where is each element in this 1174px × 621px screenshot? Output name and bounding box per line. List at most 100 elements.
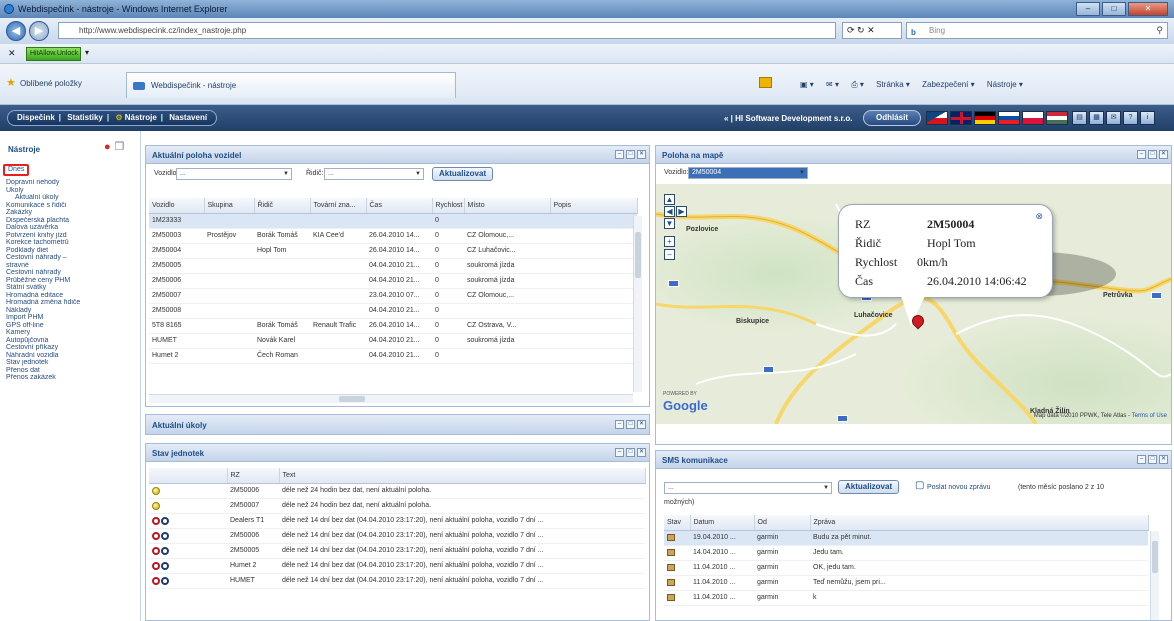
driver-filter-select[interactable]: ... [324, 168, 424, 180]
print-icon[interactable]: ⎙ ▾ [851, 80, 864, 89]
sidebar-item[interactable]: Cestovní náhrady – [6, 254, 138, 262]
panel-close-icon[interactable]: ✕ [637, 448, 646, 457]
table-row[interactable]: 11.04.2010 ... garmin OK, jedu tam. [664, 560, 1148, 576]
positions-vscroll[interactable] [633, 216, 642, 392]
table-row[interactable]: 11.04.2010 ... garmin Teď nemůžu, jsem pri… [664, 575, 1148, 591]
map-pan-down-icon[interactable]: ▼ [664, 218, 675, 229]
nav-nastaveni[interactable]: Nastavení [169, 113, 207, 122]
column-header[interactable] [149, 468, 228, 484]
toolbar-addon-button[interactable]: HitAllow.Unlock [26, 47, 81, 61]
email-icon[interactable]: ✉ [1106, 111, 1121, 125]
sidebar-item[interactable]: Aktuální úkoly [6, 194, 138, 202]
panel-close-icon[interactable]: ✕ [1159, 150, 1168, 159]
panel-maximize-icon[interactable]: □ [626, 150, 635, 159]
table-row[interactable]: 2M50006 déle než 14 dní bez dat (04.04.20… [149, 528, 645, 544]
table-row[interactable]: 2M50007 déle než 24 hodin bez dat, není a… [149, 498, 645, 514]
flag-hungarian-icon[interactable] [1046, 111, 1068, 125]
column-header[interactable]: Stav [664, 515, 691, 531]
terms-link[interactable]: Terms of Use [1132, 413, 1167, 419]
flag-polish-icon[interactable] [1022, 111, 1044, 125]
table-row[interactable]: 2M50005 04.04.2010 21... 0 soukromá jízda [149, 258, 637, 274]
table-row[interactable]: HUMET déle než 14 dní bez dat (04.04.2010… [149, 573, 645, 589]
positions-hscroll[interactable] [149, 394, 633, 403]
flag-german-icon[interactable] [974, 111, 996, 125]
table-row[interactable]: 2M50005 déle než 14 dní bez dat (04.04.20… [149, 543, 645, 559]
info-icon[interactable]: i [1140, 111, 1155, 125]
refresh-positions-button[interactable]: Aktualizovat [432, 167, 494, 181]
panel-close-icon[interactable]: ✕ [1159, 455, 1168, 464]
sidebar-item[interactable]: Podklady diet [6, 247, 138, 255]
panel-minimize-icon[interactable]: – [615, 150, 624, 159]
panel-close-icon[interactable]: ✕ [637, 420, 646, 429]
security-menu[interactable]: Zabezpečení ▾ [922, 80, 975, 89]
browser-tab[interactable]: Webdispečink - nástroje [126, 72, 456, 98]
table-row[interactable]: 2M50006 04.04.2010 21... 0 soukromá jízda [149, 273, 637, 289]
table-row[interactable]: 2M50006 déle než 24 hodin bez dat, není a… [149, 483, 645, 499]
favorites-star-icon[interactable]: ★ [6, 76, 16, 89]
close-window-button[interactable]: ✕ [1128, 2, 1168, 16]
maximize-button[interactable]: □ [1102, 2, 1126, 16]
column-header[interactable]: Zpráva [810, 515, 1149, 531]
sidebar-item[interactable]: stravné [6, 262, 138, 270]
home-icon[interactable] [759, 77, 772, 88]
panel-maximize-icon[interactable]: □ [1148, 455, 1157, 464]
table-row[interactable]: 2M50004 Hopl Tom 26.04.2010 14... 0 CZ Luhač… [149, 243, 637, 259]
column-header[interactable]: Rychlost [432, 198, 465, 214]
column-header[interactable]: Místo [464, 198, 551, 214]
sidebar-item[interactable]: Autopůjčovna [6, 337, 138, 345]
popup-close-icon[interactable]: ⊗ [1035, 211, 1043, 222]
sidebar-item[interactable]: GPS off-line [6, 322, 138, 330]
column-header[interactable]: Od [754, 515, 811, 531]
new-message-link[interactable]: Poslat novou zprávu [927, 484, 990, 491]
sidebar-item[interactable]: Komunikace s řidiči [6, 202, 138, 210]
sidebar-item[interactable]: Hromadná změna řidiče [6, 299, 138, 307]
sidebar-item[interactable]: Hromadná editace [6, 292, 138, 300]
sidebar-item[interactable]: Dispečerská plachta [6, 217, 138, 225]
map-zoom-in-icon[interactable]: + [664, 236, 675, 247]
panel-minimize-icon[interactable]: – [1137, 150, 1146, 159]
record-icon[interactable]: ● [104, 141, 111, 153]
panel-close-icon[interactable]: ✕ [637, 150, 646, 159]
table-row[interactable]: 2M50003 Prostějov Borák Tomáš KIA Cee'd 26.0… [149, 228, 637, 244]
flag-slovak-icon[interactable] [998, 111, 1020, 125]
sms-vehicle-select[interactable]: ... [664, 482, 832, 494]
vehicle-filter-select[interactable]: ... [176, 168, 292, 180]
sidebar-item[interactable]: Zakázky [6, 209, 138, 217]
grid-icon[interactable]: ▦ [1089, 111, 1104, 125]
sidebar-item[interactable]: Úkoly [6, 187, 138, 195]
nav-statistiky[interactable]: Statistiky [67, 113, 103, 122]
flag-czech-icon[interactable] [926, 111, 948, 125]
sidebar-item[interactable]: Přenos zakázek [6, 374, 138, 382]
column-header[interactable]: Řidič [254, 198, 311, 214]
sidebar-item[interactable]: Stav jednotek [6, 359, 138, 367]
table-row[interactable]: Humet 2 déle než 14 dní bez dat (04.04.20… [149, 558, 645, 574]
panel-minimize-icon[interactable]: – [615, 448, 624, 457]
sms-vscroll[interactable] [1150, 531, 1159, 620]
sidebar-item[interactable]: Kamery [6, 329, 138, 337]
search-icon[interactable]: ⚲ [1156, 23, 1163, 38]
address-input[interactable]: http://www.webdispecink.cz/index_nastroj… [58, 22, 836, 39]
column-header[interactable]: Text [279, 468, 646, 484]
sidebar-item[interactable]: Průběžné ceny PHM [6, 277, 138, 285]
minimize-button[interactable]: – [1076, 2, 1100, 16]
table-row[interactable]: 5T8 8165 Borák Tomáš Renault Trafic 26.04.2… [149, 318, 637, 334]
column-header[interactable]: Datum [690, 515, 755, 531]
tools-menu[interactable]: Nástroje ▾ [987, 80, 1023, 89]
sidebar-item[interactable]: Dalová uzávěrka [6, 224, 138, 232]
sidebar-item[interactable]: Korekce tachometrů [6, 239, 138, 247]
new-message-icon[interactable]: ▢ [915, 480, 924, 491]
map-pan-left-icon[interactable]: ◀ [664, 206, 675, 217]
map-canvas[interactable]: ▲ ◀ ▶ ▼ + – Luhačovice Pozlovice Petrůvk… [656, 184, 1171, 424]
sidebar-item[interactable]: Státní svátky [6, 284, 138, 292]
help-icon[interactable]: ? [1123, 111, 1138, 125]
column-header[interactable]: Čas [366, 198, 433, 214]
sidebar-item[interactable]: Potvrzení knihy jízd [6, 232, 138, 240]
column-header[interactable]: RZ [227, 468, 280, 484]
search-input[interactable]: b Bing ⚲ [906, 22, 1168, 39]
column-header[interactable]: Popis [550, 198, 638, 214]
sidebar-item[interactable]: Dopravní nehody [6, 179, 138, 187]
table-row[interactable]: 2M50008 04.04.2010 21... 0 [149, 303, 637, 319]
table-row[interactable]: Dealers T1 déle než 14 dní bez dat (04.04… [149, 513, 645, 529]
sidebar-item[interactable]: Přenos dat [6, 367, 138, 375]
back-icon[interactable]: ◀ [6, 21, 26, 41]
